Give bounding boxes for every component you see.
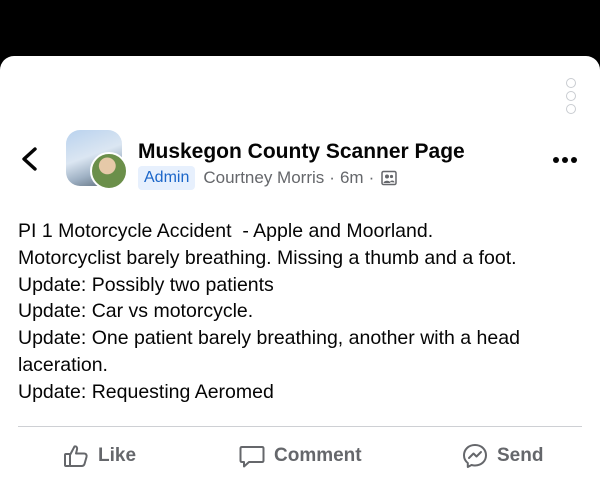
group-name[interactable]: Muskegon County Scanner Page (138, 140, 465, 164)
post-time[interactable]: 6m (340, 168, 364, 188)
chevron-left-icon (22, 147, 37, 171)
avatar[interactable] (66, 130, 128, 192)
post-line: Update: Car vs motorcycle. (18, 300, 254, 323)
group-audience-icon (381, 170, 397, 186)
post-card: Muskegon County Scanner Page Admin Court… (0, 56, 600, 486)
scroll-indicator (566, 78, 578, 117)
back-button[interactable] (18, 146, 42, 172)
meta-separator: · (329, 168, 335, 187)
post-line: laceration. (18, 353, 108, 376)
scroll-dot (566, 78, 576, 88)
send-button[interactable]: Send (461, 442, 543, 470)
post-line: Update: One patient barely breathing, an… (18, 327, 520, 350)
action-bar: Like Comment Send (0, 430, 600, 482)
user-avatar (90, 152, 128, 190)
comment-button[interactable]: Comment (238, 442, 362, 470)
admin-badge: Admin (138, 166, 196, 190)
thumbs-up-icon (64, 445, 88, 467)
post-line: PI 1 Motorcycle Accident - Apple and Moo… (18, 220, 434, 242)
messenger-icon (463, 444, 487, 468)
more-horizontal-icon (553, 157, 577, 163)
meta-separator: · (368, 168, 375, 187)
like-button[interactable]: Like (62, 442, 136, 470)
comment-bubble-icon (239, 446, 265, 468)
post-text: PI 1 Motorcycle Accident - Apple and Moo… (18, 218, 588, 406)
send-label: Send (497, 445, 544, 466)
divider (18, 426, 582, 427)
post-line: Update: Requesting Aeromed (18, 380, 274, 403)
author-name[interactable]: Courtney Morris (203, 168, 324, 188)
post-line: Motorcyclist barely breathing. Missing a… (18, 246, 517, 269)
scroll-dot (566, 91, 576, 101)
more-options-button[interactable] (552, 152, 578, 163)
post-meta: Admin Courtney Morris · 6m · (138, 166, 397, 190)
post-line: Update: Possibly two patients (18, 273, 274, 296)
comment-label: Comment (274, 445, 362, 466)
scroll-dot (566, 104, 576, 114)
like-label: Like (98, 445, 137, 466)
